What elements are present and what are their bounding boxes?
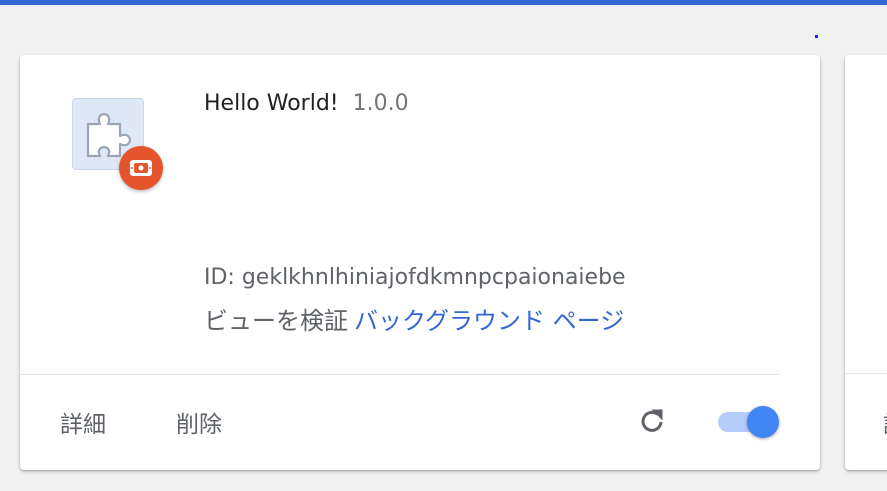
toggle-knob <box>747 406 779 438</box>
inspect-views-row: ビューを検証 バックグラウンド ページ <box>204 301 624 336</box>
next-card-details-button[interactable]: 詳 <box>883 405 887 439</box>
top-accent-bar <box>0 0 887 5</box>
extension-id: ID: geklkhnlhiniajofdkmnpcpaionaiebe <box>204 265 626 290</box>
extension-title: Hello World! 1.0.0 <box>204 91 409 116</box>
inspect-views-label: ビューを検証 <box>204 307 348 335</box>
next-extension-card: 詳 <box>845 55 887 470</box>
extension-version: 1.0.0 <box>352 91 409 116</box>
reload-icon[interactable] <box>636 405 668 437</box>
card-divider <box>20 374 780 375</box>
enable-toggle[interactable] <box>718 406 780 438</box>
card-divider <box>845 373 887 374</box>
extension-card: Hello World! 1.0.0 ID: geklkhnlhiniajofdk… <box>20 55 820 470</box>
developer-mode-badge-icon <box>119 146 163 190</box>
remove-button[interactable]: 削除 <box>176 405 222 439</box>
details-button[interactable]: 詳細 <box>60 405 106 439</box>
extension-name: Hello World! <box>204 91 339 116</box>
background-page-link[interactable]: バックグラウンド ページ <box>354 307 624 335</box>
focus-dot <box>815 35 818 38</box>
